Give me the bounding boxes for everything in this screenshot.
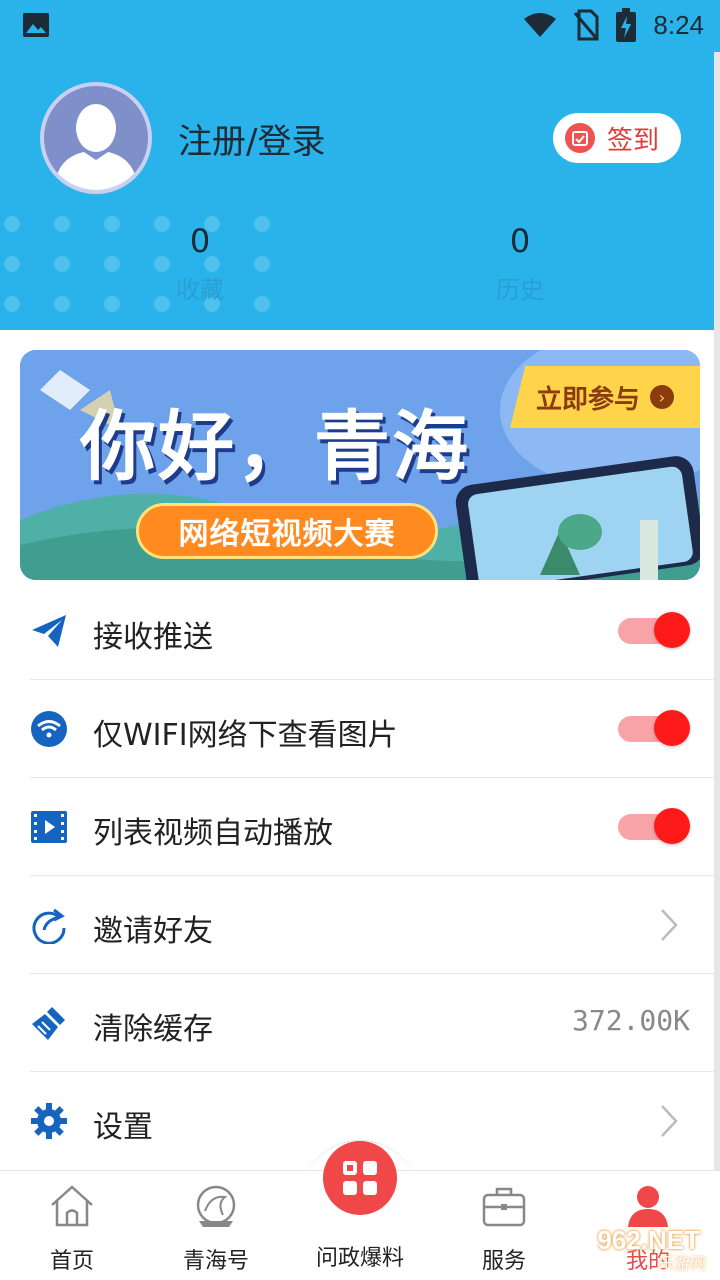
report-button[interactable] bbox=[323, 1141, 397, 1215]
status-time: 8:24 bbox=[653, 9, 704, 40]
favorites-label: 收藏 bbox=[176, 276, 224, 304]
menu-item-push[interactable]: 接收推送 bbox=[30, 582, 720, 680]
history-stat[interactable]: 0 历史 bbox=[450, 222, 590, 305]
register-login-link[interactable]: 注册/登录 bbox=[178, 114, 325, 163]
wifi-icon bbox=[31, 711, 67, 747]
chevron-right-icon bbox=[661, 909, 678, 941]
banner-subtitle: 网络短视频大赛 bbox=[178, 517, 396, 552]
battery-charging-icon bbox=[616, 8, 637, 42]
default-user-avatar-icon bbox=[54, 104, 138, 190]
gallery-notification-icon bbox=[23, 13, 49, 37]
menu-item-autoplay[interactable]: 列表视频自动播放 bbox=[30, 778, 720, 876]
tab-home[interactable]: 首页 bbox=[0, 1171, 144, 1280]
menu-item-label: 接收推送 bbox=[93, 620, 213, 655]
menu-item-wifi-images[interactable]: 仅WIFI网络下查看图片 bbox=[30, 680, 720, 778]
calendar-check-icon bbox=[565, 123, 595, 153]
checkin-button[interactable]: 签到 bbox=[553, 113, 681, 163]
menu-item-clear-cache[interactable]: 清除缓存 372.00K bbox=[30, 974, 720, 1072]
status-bar: 8:24 bbox=[0, 0, 720, 52]
profile-header: 8:24 注册/登录 签到 0 收藏 0 历史 bbox=[0, 0, 720, 330]
banner-title: 你好，青海 bbox=[80, 402, 470, 491]
menu-item-label: 清除缓存 bbox=[93, 1012, 213, 1047]
broom-icon bbox=[32, 1007, 65, 1040]
menu-item-label: 设置 bbox=[93, 1110, 153, 1145]
wifi-images-toggle[interactable] bbox=[618, 710, 690, 746]
chevron-right-icon bbox=[661, 1105, 678, 1137]
join-now-button[interactable]: 立即参与 › bbox=[510, 366, 700, 428]
checkin-label: 签到 bbox=[607, 125, 660, 156]
history-count: 0 bbox=[509, 222, 531, 260]
watermark-sub: 乐游网 bbox=[657, 1254, 706, 1273]
favorites-count: 0 bbox=[189, 222, 211, 260]
wifi-signal-icon bbox=[524, 13, 557, 37]
push-toggle[interactable] bbox=[618, 612, 690, 648]
menu-item-label: 列表视频自动播放 bbox=[93, 816, 333, 851]
paper-plane-icon bbox=[32, 615, 66, 647]
settings-menu: 接收推送 仅WIFI网络下查看图片 列表视频自动播放 邀请好友 清除缓存 372… bbox=[0, 582, 720, 1170]
scrollbar[interactable] bbox=[714, 52, 720, 1170]
no-sim-icon bbox=[574, 9, 599, 41]
gear-icon bbox=[31, 1103, 67, 1139]
history-label: 历史 bbox=[496, 276, 544, 304]
avatar[interactable] bbox=[40, 82, 152, 194]
banner-subtitle-pill: 网络短视频大赛 bbox=[136, 503, 438, 559]
report-tab-label: 问政爆料 bbox=[315, 1246, 404, 1271]
tab-services[interactable]: 服务 bbox=[432, 1171, 576, 1280]
tab-label: 服务 bbox=[481, 1249, 526, 1274]
autoplay-toggle[interactable] bbox=[618, 808, 690, 844]
tab-label: 青海号 bbox=[182, 1249, 249, 1274]
qinghai-hao-icon bbox=[196, 1185, 236, 1227]
join-now-label: 立即参与 bbox=[535, 384, 640, 415]
cache-size-value: 372.00K bbox=[571, 1004, 690, 1037]
grid-icon bbox=[343, 1161, 377, 1195]
home-icon bbox=[51, 1185, 93, 1227]
favorites-stat[interactable]: 0 收藏 bbox=[130, 222, 270, 305]
briefcase-icon bbox=[482, 1187, 526, 1227]
menu-item-invite[interactable]: 邀请好友 bbox=[30, 876, 720, 974]
tab-qinghai-hao[interactable]: 青海号 bbox=[144, 1171, 288, 1280]
chevron-right-icon: › bbox=[650, 385, 674, 409]
menu-item-label: 仅WIFI网络下查看图片 bbox=[93, 718, 398, 753]
share-circle-icon bbox=[32, 908, 66, 944]
menu-item-label: 邀请好友 bbox=[93, 914, 213, 949]
tab-label: 首页 bbox=[49, 1249, 94, 1274]
video-play-icon bbox=[31, 811, 67, 843]
